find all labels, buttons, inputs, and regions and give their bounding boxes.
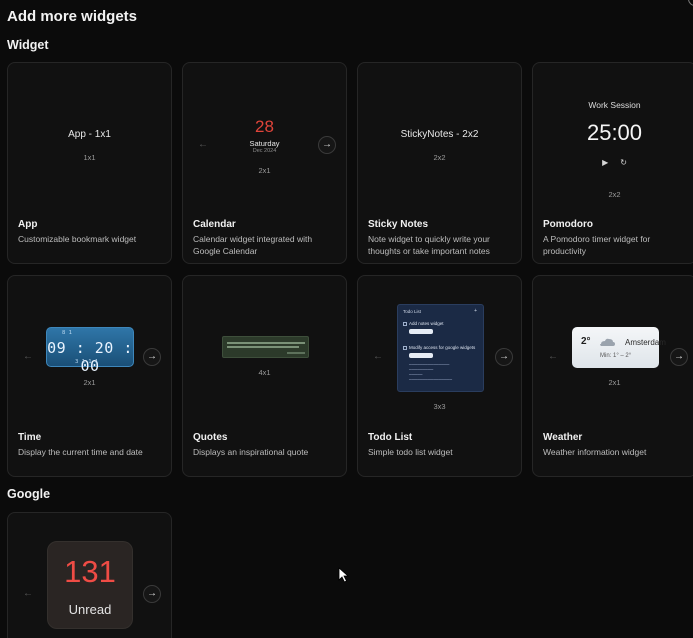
chevron-right-icon: → — [499, 351, 509, 362]
widget-description: Displays an inspirational quote — [193, 447, 309, 457]
todo-item: Add notes widget — [403, 321, 444, 326]
widget-size: 1x1 — [83, 153, 96, 162]
chevron-left-icon: ← — [23, 588, 33, 599]
widget-card-gmail[interactable]: ← 131 Unread → — [7, 512, 172, 638]
next-arrow-button[interactable]: → — [318, 136, 336, 154]
widget-card-quotes[interactable]: 4x1 Quotes Displays an inspirational quo… — [182, 275, 347, 477]
next-arrow-button[interactable]: → — [495, 348, 513, 366]
mouse-cursor-icon — [338, 567, 350, 583]
widget-size: 2x1 — [83, 378, 96, 387]
widget-card-time[interactable]: ← 8 1 09 : 20 : 00 3 1 1 1 → 2x1 Time Di… — [7, 275, 172, 477]
widget-card-pomodoro[interactable]: Work Session 25:00 ▶ ↻ 2x2 Pomodoro A Po… — [532, 62, 693, 264]
widget-name: Todo List — [368, 432, 413, 443]
widget-description: Weather information widget — [543, 447, 647, 457]
reset-icon[interactable]: ↻ — [620, 158, 627, 167]
gmail-preview: 131 Unread — [47, 541, 133, 629]
chevron-right-icon: → — [674, 351, 684, 362]
next-arrow-button[interactable]: → — [143, 585, 161, 603]
chevron-left-icon: ← — [548, 351, 558, 362]
chevron-left-icon: ← — [373, 351, 383, 362]
play-icon[interactable]: ▶ — [602, 158, 608, 167]
clock-bottom-digits: 3 1 1 1 — [75, 359, 99, 365]
widget-card-sticky-notes[interactable]: StickyNotes - 2x2 2x2 Sticky Notes Note … — [357, 62, 522, 264]
widget-card-calendar[interactable]: ← 28 Saturday Dec 2024 → 2x1 Calendar Ca… — [182, 62, 347, 264]
widget-name: Pomodoro — [543, 219, 593, 230]
widget-name: Calendar — [193, 219, 236, 230]
widget-name: Quotes — [193, 432, 228, 443]
weather-min-max: Min: 1° – 2° — [600, 353, 632, 359]
section-title-google: Google — [7, 487, 51, 501]
widget-card-todo-list[interactable]: ← Todo List + Add notes widget Modify ac… — [357, 275, 522, 477]
plus-icon: + — [474, 308, 477, 314]
chevron-right-icon: → — [322, 139, 332, 150]
sticky-preview-title: StickyNotes - 2x2 — [400, 129, 479, 140]
widget-size: 2x1 — [258, 166, 271, 175]
widget-description: Simple todo list widget — [368, 447, 453, 457]
widget-size: 2x2 — [608, 190, 621, 199]
calendar-day: 28 — [255, 117, 274, 136]
chevron-left-icon: ← — [23, 351, 33, 362]
widget-description: Calendar widget integrated with Google C… — [193, 234, 313, 256]
widget-card-weather[interactable]: ← 2° Amsterdam Min: 1° – 2° → 2x1 Weathe… — [532, 275, 693, 477]
unread-label: Unread — [68, 602, 112, 617]
weather-preview: 2° Amsterdam Min: 1° – 2° — [572, 327, 666, 368]
widget-name: App — [18, 219, 38, 230]
widget-description: Display the current time and date — [18, 447, 143, 457]
chevron-right-icon: → — [147, 351, 157, 362]
todo-preview: Todo List + Add notes widget Modify acce… — [397, 304, 484, 392]
widget-size: 3x3 — [433, 402, 446, 411]
clock-preview: 8 1 09 : 20 : 00 3 1 1 1 — [46, 327, 134, 375]
todo-preview-title: Todo List — [403, 309, 422, 314]
widget-size: 2x2 — [433, 153, 446, 162]
widget-name: Time — [18, 432, 42, 443]
cloud-icon — [600, 338, 615, 346]
chevron-right-icon: → — [147, 588, 157, 599]
weather-city: Amsterdam — [625, 338, 666, 347]
next-arrow-button[interactable]: → — [670, 348, 688, 366]
weather-temperature: 2° — [581, 336, 591, 347]
pomodoro-session-label: Work Session — [588, 100, 641, 110]
widget-description: Customizable bookmark widget — [18, 234, 137, 244]
section-title-widget: Widget — [7, 38, 49, 52]
pomodoro-timer: 25:00 — [586, 120, 643, 145]
widget-card-app[interactable]: App - 1x1 1x1 App Customizable bookmark … — [7, 62, 172, 264]
next-arrow-button[interactable]: → — [143, 348, 161, 366]
widget-description: Note widget to quickly write your though… — [368, 234, 490, 256]
todo-item: Modify access for google widgets — [403, 345, 475, 350]
page-title: Add more widgets — [7, 8, 138, 25]
app-preview-title: App - 1x1 — [68, 129, 111, 140]
prev-arrow-button[interactable]: ← — [544, 348, 562, 366]
prev-arrow-button[interactable]: ← — [19, 585, 37, 603]
corner-button[interactable] — [688, 0, 693, 6]
widget-description: A Pomodoro timer widget for productivity — [543, 234, 651, 256]
widget-size: 2x1 — [608, 378, 621, 387]
prev-arrow-button[interactable]: ← — [19, 348, 37, 366]
unread-count: 131 — [64, 554, 116, 589]
clock-digits: 09 : 20 : 00 — [47, 339, 133, 375]
prev-arrow-button[interactable]: ← — [369, 348, 387, 366]
widget-name: Weather — [543, 432, 583, 443]
clock-top-digits: 8 1 — [62, 330, 72, 336]
widget-size: 4x1 — [258, 368, 271, 377]
widget-name: Sticky Notes — [368, 219, 429, 230]
quote-preview — [222, 336, 309, 358]
